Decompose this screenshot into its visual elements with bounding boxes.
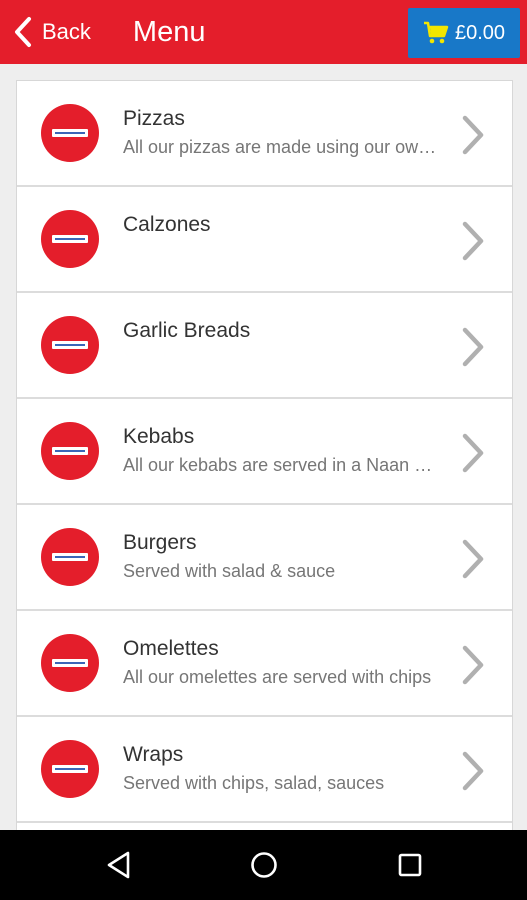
item-description: All our kebabs are served in a Naan brea… — [123, 455, 439, 475]
chevron-right-icon — [462, 645, 484, 685]
menu-item-kebabs[interactable]: Kebabs All our kebabs are served in a Na… — [17, 399, 512, 505]
shopping-cart-icon — [423, 21, 449, 44]
item-description: All our pizzas are made using our own fr… — [123, 137, 439, 157]
item-name: Calzones — [123, 213, 211, 236]
item-name: Omelettes — [123, 637, 219, 660]
cart-total: £0.00 — [454, 21, 506, 44]
item-name: Burgers — [123, 531, 197, 554]
square-recents-icon[interactable] — [395, 850, 425, 880]
back-label: Back — [42, 19, 91, 44]
app-header: Back Menu £0.00 — [0, 0, 527, 64]
page-title: Menu — [132, 15, 206, 48]
menu-item-burgers[interactable]: Burgers Served with salad & sauce — [17, 505, 512, 611]
restaurant-logo — [41, 422, 99, 480]
item-name: Kebabs — [123, 425, 195, 448]
item-name: Wraps — [123, 743, 184, 766]
menu-item-wraps[interactable]: Wraps Served with chips, salad, sauces — [17, 717, 512, 823]
chevron-right-icon — [462, 751, 484, 791]
chevron-right-icon — [462, 327, 484, 367]
chevron-right-icon — [462, 221, 484, 261]
restaurant-logo — [41, 634, 99, 692]
restaurant-logo — [41, 104, 99, 162]
menu-item-omelettes[interactable]: Omelettes All our omelettes are served w… — [17, 611, 512, 717]
restaurant-logo — [41, 210, 99, 268]
item-name: Pizzas — [123, 107, 185, 130]
item-name: Garlic Breads — [123, 319, 251, 342]
circle-home-icon[interactable] — [249, 850, 279, 880]
chevron-right-icon — [462, 433, 484, 473]
item-description: All our omelettes are served with chips — [123, 667, 432, 687]
menu-item-calzones[interactable]: Calzones — [17, 187, 512, 293]
chevron-left-icon — [15, 17, 31, 47]
item-description: Served with salad & sauce — [123, 561, 336, 581]
chevron-right-icon — [462, 115, 484, 155]
menu-category-list: Pizzas All our pizzas are made using our… — [16, 80, 513, 832]
item-description: Served with chips, salad, sauces — [123, 773, 385, 793]
triangle-back-icon[interactable] — [104, 850, 134, 880]
menu-item-pizzas[interactable]: Pizzas All our pizzas are made using our… — [17, 81, 512, 187]
menu-item-garlic-breads[interactable]: Garlic Breads — [17, 293, 512, 399]
restaurant-logo — [41, 528, 99, 586]
restaurant-logo — [41, 316, 99, 374]
chevron-right-icon — [462, 539, 484, 579]
back-button[interactable]: Back — [0, 0, 91, 64]
restaurant-logo — [41, 740, 99, 798]
android-nav-bar — [0, 830, 527, 900]
cart-button[interactable]: £0.00 — [408, 8, 520, 58]
